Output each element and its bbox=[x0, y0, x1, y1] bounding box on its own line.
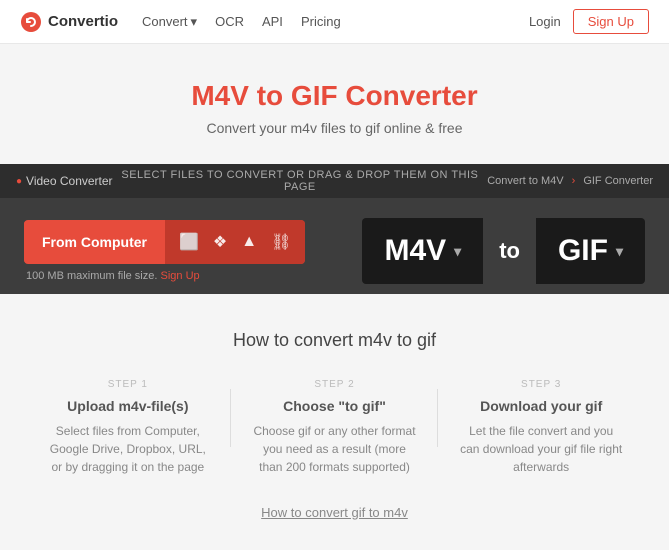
step-1-title: Upload m4v-file(s) bbox=[45, 398, 212, 414]
converter-topbar: ● Video Converter SELECT FILES TO CONVER… bbox=[0, 164, 669, 198]
topbar-center-text: SELECT FILES TO CONVERT OR DRAG & DROP T… bbox=[113, 169, 488, 193]
nav-right: Login Sign Up bbox=[529, 9, 649, 34]
dropbox-icon[interactable]: ❖ bbox=[213, 232, 227, 252]
drive-icon[interactable]: ▲ bbox=[241, 233, 257, 251]
login-link[interactable]: Login bbox=[529, 14, 561, 29]
converter-main: From Computer ⬜ ❖ ▲ ⛓ 100 MB maximum fil… bbox=[0, 198, 669, 294]
format-from-box[interactable]: M4V ▾ bbox=[362, 218, 483, 284]
hero-subtitle: Convert your m4v files to gif online & f… bbox=[20, 120, 649, 136]
format-selector: M4V ▾ to GIF ▾ bbox=[362, 218, 645, 284]
format-from-label: M4V bbox=[384, 234, 446, 268]
howto-title: How to convert m4v to gif bbox=[20, 330, 649, 351]
step-2-desc: Choose gif or any other format you need … bbox=[251, 422, 418, 476]
step-1: STEP 1 Upload m4v-file(s) Select files f… bbox=[25, 379, 232, 476]
chevron-down-icon: ▾ bbox=[191, 14, 198, 30]
signup-link-small[interactable]: Sign Up bbox=[161, 270, 200, 282]
step-3-desc: Let the file convert and you can downloa… bbox=[458, 422, 625, 476]
nav-links: Convert ▾ OCR API Pricing bbox=[142, 14, 529, 30]
nav-ocr[interactable]: OCR bbox=[215, 14, 244, 29]
link-icon[interactable]: ⛓ bbox=[271, 232, 291, 252]
steps-row: STEP 1 Upload m4v-file(s) Select files f… bbox=[25, 379, 645, 476]
navbar: Convertio Convert ▾ OCR API Pricing Logi… bbox=[0, 0, 669, 44]
from-computer-button[interactable]: From Computer bbox=[24, 222, 165, 262]
step-2-title: Choose "to gif" bbox=[251, 398, 418, 414]
step-3-title: Download your gif bbox=[458, 398, 625, 414]
step-1-number: STEP 1 bbox=[45, 379, 212, 390]
bullet-icon: ● bbox=[16, 176, 22, 187]
format-to-label: GIF bbox=[558, 234, 608, 268]
logo[interactable]: Convertio bbox=[20, 11, 118, 33]
format-to-separator: to bbox=[483, 238, 536, 264]
howto-section: How to convert m4v to gif STEP 1 Upload … bbox=[0, 294, 669, 550]
step-2-number: STEP 2 bbox=[251, 379, 418, 390]
step-1-desc: Select files from Computer, Google Drive… bbox=[45, 422, 212, 476]
format-from-arrow: ▾ bbox=[454, 243, 461, 260]
nav-convert[interactable]: Convert ▾ bbox=[142, 14, 197, 30]
topbar-video-converter[interactable]: Video Converter bbox=[26, 174, 113, 188]
hero-title: M4V to GIF Converter bbox=[20, 80, 649, 112]
nav-api[interactable]: API bbox=[262, 14, 283, 29]
upload-area: From Computer ⬜ ❖ ▲ ⛓ 100 MB maximum fil… bbox=[24, 220, 305, 282]
hero-section: M4V to GIF Converter Convert your m4v fi… bbox=[0, 44, 669, 164]
howto-reverse-link[interactable]: How to convert gif to m4v bbox=[261, 505, 408, 520]
logo-icon bbox=[20, 11, 42, 33]
format-to-box[interactable]: GIF ▾ bbox=[536, 218, 645, 284]
monitor-icon[interactable]: ⬜ bbox=[179, 232, 199, 252]
step-3-number: STEP 3 bbox=[458, 379, 625, 390]
topbar-right: Convert to M4V › GIF Converter bbox=[487, 175, 653, 187]
step-2: STEP 2 Choose "to gif" Choose gif or any… bbox=[231, 379, 438, 476]
topbar-gif-converter[interactable]: GIF Converter bbox=[583, 175, 653, 187]
upload-icons-bar: ⬜ ❖ ▲ ⛓ bbox=[165, 220, 305, 264]
format-to-arrow: ▾ bbox=[616, 243, 623, 260]
converter-section: ● Video Converter SELECT FILES TO CONVER… bbox=[0, 164, 669, 294]
upload-btn-row: From Computer ⬜ ❖ ▲ ⛓ bbox=[24, 220, 305, 264]
file-size-note: 100 MB maximum file size. Sign Up bbox=[24, 270, 200, 282]
topbar-separator: › bbox=[572, 175, 576, 187]
logo-text: Convertio bbox=[48, 13, 118, 30]
signup-button[interactable]: Sign Up bbox=[573, 9, 649, 34]
topbar-convert-m4v[interactable]: Convert to M4V bbox=[487, 175, 563, 187]
step-3: STEP 3 Download your gif Let the file co… bbox=[438, 379, 645, 476]
nav-pricing[interactable]: Pricing bbox=[301, 14, 341, 29]
topbar-left: ● Video Converter bbox=[16, 174, 113, 188]
